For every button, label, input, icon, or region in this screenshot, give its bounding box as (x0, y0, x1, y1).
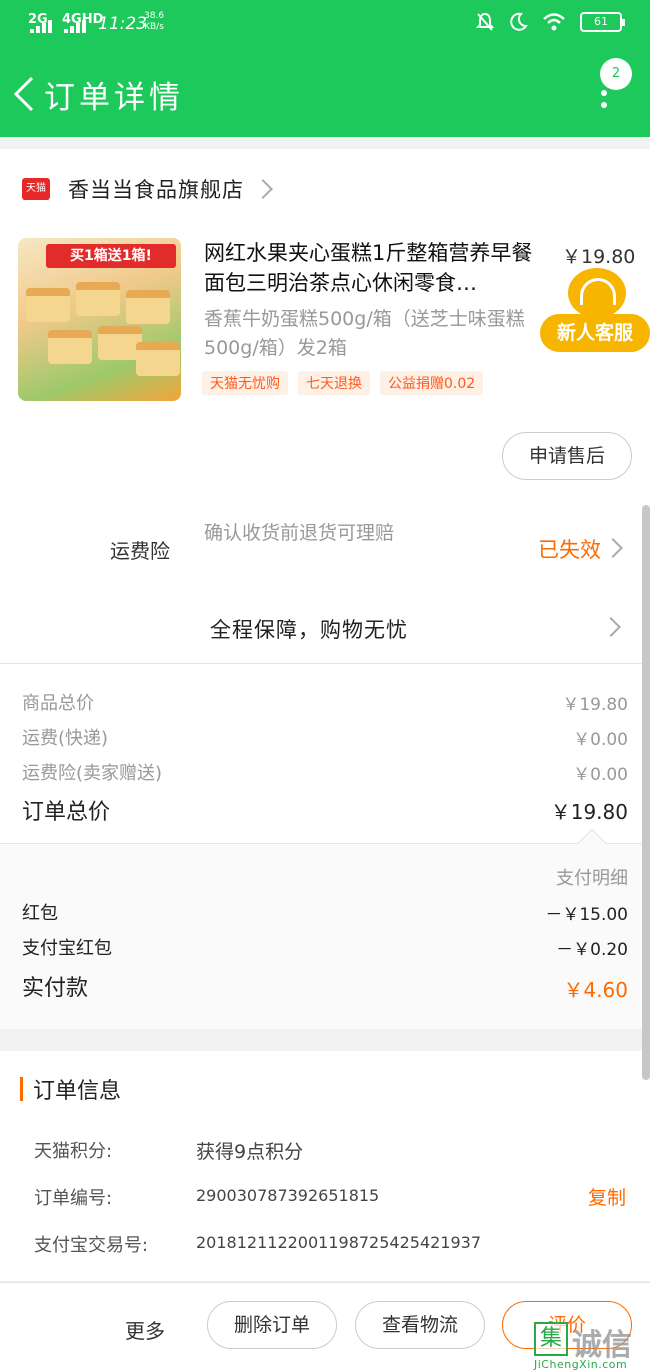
goods-total-label: 商品总价 (22, 693, 94, 714)
message-count-badge[interactable]: 2 (600, 58, 632, 90)
scrollbar[interactable] (642, 505, 650, 1080)
shipping-label: 运费(快递) (22, 728, 109, 749)
more-actions-label[interactable]: 更多 (125, 1315, 165, 1344)
wifi-icon (543, 13, 565, 31)
shipping-insurance-value: ￥0.00 (573, 765, 628, 785)
order-total-label: 订单总价 (22, 800, 111, 825)
shipping-value: ￥0.00 (573, 730, 628, 750)
product-title[interactable]: 网红水果夹心蛋糕1斤整箱营养早餐面包三明治茶点心休闲零食… (204, 238, 546, 298)
signal-bars-icon (30, 20, 52, 33)
shipping-insurance-label: 运费险(卖家赠送) (22, 763, 163, 784)
order-info-title: 订单信息 (33, 1079, 122, 1104)
clock: 11:23 (98, 14, 147, 34)
watermark-logo: 集 (534, 1322, 568, 1356)
app-header: 2G 4GHD 11:23 38.6 KB/s 61 (0, 0, 650, 137)
red-packet-label: 红包 (22, 903, 58, 924)
product-sku: 香蕉牛奶蛋糕500g/箱（送芝士味蛋糕500g/箱）发2箱 (204, 308, 525, 359)
tag-charity: 公益捐赠0.02 (380, 371, 484, 395)
order-number-value: 290030787392651815 (196, 1186, 380, 1205)
speed-value: 38.6 (144, 11, 165, 21)
back-arrow-icon[interactable] (10, 74, 40, 114)
battery-icon: 61 (580, 12, 625, 32)
mute-bell-icon (476, 12, 494, 31)
customer-service-label: 新人客服 (540, 314, 650, 352)
view-logistics-button[interactable]: 查看物流 (355, 1301, 485, 1349)
goods-total-value: ￥19.80 (562, 695, 628, 715)
watermark-url: JiChengXin.com (534, 1358, 628, 1371)
watermark: 集 诚信 JiChengXin.com (534, 1318, 650, 1372)
delete-order-button[interactable]: 删除订单 (207, 1301, 337, 1349)
customer-service-float[interactable]: 新人客服 (540, 268, 650, 358)
copy-order-number-button[interactable]: 复制 (588, 1183, 626, 1210)
points-value: 获得9点积分 (196, 1141, 304, 1163)
insurance-desc: 确认收货前退货可理赔 (204, 522, 395, 544)
speed-unit: KB/s (144, 22, 164, 32)
store-name[interactable]: 香当当食品旗舰店 (68, 174, 244, 204)
order-total-value: ￥19.80 (550, 800, 628, 824)
product-price: ￥19.80 (562, 246, 636, 268)
status-bar: 2G 4GHD 11:23 38.6 KB/s 61 (0, 0, 650, 50)
red-packet-value: －￥15.00 (545, 905, 628, 925)
alipay-trade-number-value: 2018121122001198725425421937 (196, 1233, 482, 1252)
tag-tmall-worry-free: 天猫无忧购 (202, 371, 288, 395)
alipay-red-packet-value: －￥0.20 (556, 940, 628, 960)
network-speed: 38.6 KB/s (144, 11, 164, 33)
tag-seven-day-return: 七天退换 (298, 371, 370, 395)
paid-amount-value: ￥4.60 (563, 978, 628, 1002)
tmall-logo: 天猫 (22, 178, 50, 200)
section-accent-bar (20, 1077, 23, 1101)
headset-icon (568, 268, 626, 318)
after-sale-button[interactable]: 申请售后 (502, 432, 632, 480)
insurance-label: 运费险 (110, 539, 170, 563)
product-image[interactable]: 买1箱送1箱! (18, 238, 181, 401)
paid-amount-label: 实付款 (22, 976, 89, 1001)
points-label: 天猫积分: (34, 1141, 113, 1162)
product-image-banner: 买1箱送1箱! (46, 244, 176, 268)
payment-detail-link[interactable]: 支付明细 (556, 864, 628, 890)
insurance-status[interactable]: 已失效 (538, 534, 601, 564)
alipay-trade-number-label: 支付宝交易号: (34, 1235, 149, 1256)
moon-icon (510, 12, 528, 31)
status-icons: 61 (476, 12, 625, 32)
more-menu-icon[interactable] (598, 90, 610, 112)
alipay-red-packet-label: 支付宝红包 (22, 938, 112, 959)
order-number-label: 订单编号: (34, 1188, 113, 1209)
guarantee-text[interactable]: 全程保障，购物无忧 (210, 614, 408, 644)
page-title: 订单详情 (44, 80, 184, 116)
signal-bars-4g-icon (64, 20, 86, 33)
product-tags: 天猫无忧购 七天退换 公益捐赠0.02 (202, 371, 484, 395)
